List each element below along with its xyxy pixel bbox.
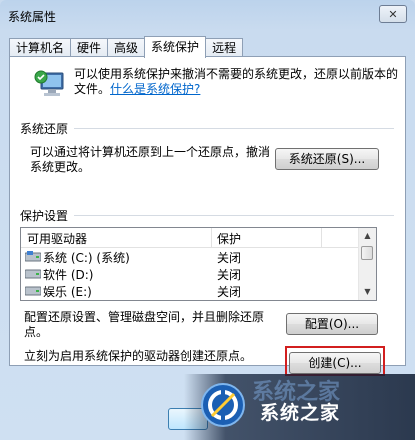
system-restore-button[interactable]: 系统还原(S)...	[275, 148, 379, 170]
highlight-box	[285, 346, 385, 376]
close-button[interactable]: ✕	[379, 5, 407, 23]
drive-name: 系统 (C:) (系统)	[43, 251, 130, 265]
drive-row[interactable]: 系统 (C:) (系统) 关闭	[21, 248, 360, 265]
tab-strip: 计算机名 硬件 高级 系统保护 远程	[9, 36, 244, 58]
column-drives[interactable]: 可用驱动器	[27, 230, 87, 247]
watermark-logo-icon	[201, 383, 245, 427]
drive-status: 关闭	[217, 268, 242, 282]
drive-icon	[25, 269, 41, 279]
watermark-text: 系统之家	[260, 402, 341, 424]
watermark: 系统之家 系统之家	[184, 374, 415, 440]
what-is-system-protection-link[interactable]: 什么是系统保护?	[110, 82, 200, 96]
system-properties-window: 系统属性 ✕ 计算机名 硬件 高级 系统保护 远程 可以使用系统保护来撤消不需要…	[0, 0, 415, 440]
protection-group-divider	[74, 215, 394, 216]
column-protection[interactable]: 保护	[217, 230, 241, 247]
drive-icon	[25, 286, 41, 296]
scroll-up-icon[interactable]: ▲	[359, 228, 376, 244]
list-header: 可用驱动器 保护	[21, 228, 360, 248]
column-separator	[211, 228, 212, 247]
drive-list-scrollbar[interactable]: ▲ ▼	[358, 228, 376, 300]
tab-hardware[interactable]: 硬件	[70, 38, 109, 57]
scroll-down-icon[interactable]: ▼	[359, 284, 376, 300]
column-separator	[321, 228, 322, 247]
title-bar: 系统属性 ✕	[0, 0, 415, 30]
close-icon: ✕	[388, 7, 398, 21]
configure-button[interactable]: 配置(O)...	[286, 313, 378, 335]
system-protection-panel: 可以使用系统保护来撤消不需要的系统更改，还原以前版本的文件。什么是系统保护? 系…	[9, 56, 406, 366]
system-drive-icon	[25, 251, 41, 262]
protection-group-label: 保护设置	[20, 209, 69, 223]
window-title: 系统属性	[8, 10, 57, 24]
restore-description: 可以通过将计算机还原到上一个还原点，撤消系统更改。	[30, 145, 271, 174]
drive-row[interactable]: 娱乐 (E:) 关闭	[21, 282, 360, 299]
restore-group-divider	[74, 128, 394, 129]
drive-status: 关闭	[217, 285, 242, 299]
info-text-block: 可以使用系统保护来撤消不需要的系统更改，还原以前版本的文件。什么是系统保护?	[74, 67, 404, 101]
create-description: 立刻为启用系统保护的驱动器创建还原点。	[24, 349, 253, 363]
tab-remote[interactable]: 远程	[205, 38, 244, 57]
scroll-thumb[interactable]	[361, 246, 373, 260]
drive-list[interactable]: 可用驱动器 保护 系统 (C:) (系统) 关闭 软件 (D:) 关闭 娱乐 (…	[20, 227, 377, 301]
info-row: 可以使用系统保护来撤消不需要的系统更改，还原以前版本的文件。什么是系统保护?	[32, 67, 404, 101]
configure-description: 配置还原设置、管理磁盘空间，并且删除还原点。	[24, 310, 265, 339]
tab-system-protection[interactable]: 系统保护	[144, 36, 207, 58]
computer-protection-icon	[34, 70, 64, 96]
tab-advanced[interactable]: 高级	[107, 38, 146, 57]
restore-group-label: 系统还原	[20, 122, 69, 136]
drive-status: 关闭	[217, 251, 242, 265]
drive-name: 娱乐 (E:)	[43, 285, 92, 299]
tab-computer-name[interactable]: 计算机名	[9, 38, 72, 57]
drive-name: 软件 (D:)	[43, 268, 94, 282]
drive-row[interactable]: 软件 (D:) 关闭	[21, 265, 360, 282]
